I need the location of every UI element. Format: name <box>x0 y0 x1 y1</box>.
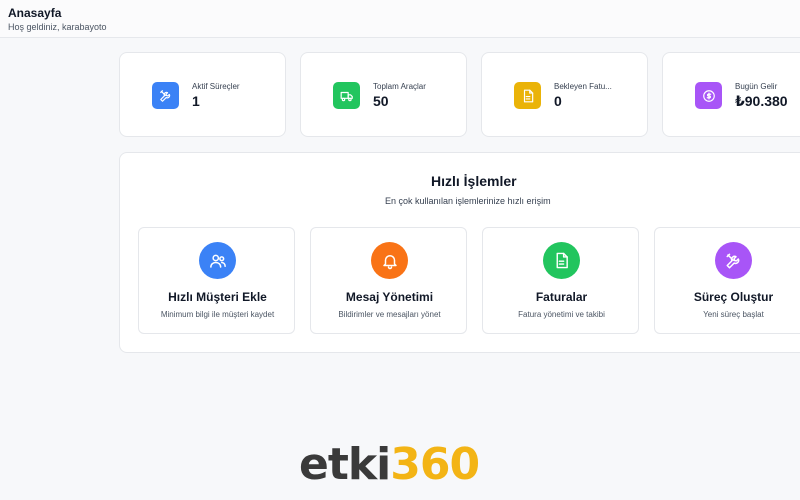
stat-value: 50 <box>373 93 389 109</box>
message-management-button[interactable]: Mesaj Yönetimi Bildirimler ve mesajları … <box>310 227 467 334</box>
create-process-button[interactable]: Süreç Oluştur Yeni süreç başlat <box>654 227 800 334</box>
stat-value: ₺90.380 <box>735 93 788 109</box>
action-description: Bildirimler ve mesajları yönet <box>338 310 441 319</box>
invoices-button[interactable]: Faturalar Fatura yönetimi ve takibi <box>482 227 639 334</box>
page-title: Anasayfa <box>8 6 62 20</box>
stat-card-today-income: Bugün Gelir ₺90.380 <box>662 52 800 137</box>
action-description: Yeni süreç başlat <box>703 310 764 319</box>
logo-text-part1: etki <box>299 439 391 490</box>
welcome-text: Hoş geldiniz, karabayoto <box>8 22 107 32</box>
document-icon <box>543 242 580 279</box>
stat-label: Aktif Süreçler <box>192 82 240 91</box>
tools-icon <box>715 242 752 279</box>
stat-card-total-vehicles: Toplam Araçlar 50 <box>300 52 467 137</box>
stat-value: 0 <box>554 93 562 109</box>
stat-label: Bekleyen Fatu... <box>554 82 612 91</box>
quick-actions-subtitle: En çok kullanılan işlemlerinize hızlı er… <box>385 196 551 206</box>
dollar-icon <box>695 82 722 109</box>
page-header: Anasayfa Hoş geldiniz, karabayoto <box>0 0 800 38</box>
logo-text-part2: 360 <box>390 439 480 490</box>
action-title: Süreç Oluştur <box>693 290 774 304</box>
users-icon <box>199 242 236 279</box>
action-description: Minimum bilgi ile müşteri kaydet <box>160 310 275 319</box>
stat-card-active-processes: Aktif Süreçler 1 <box>119 52 286 137</box>
brand-logo: etki360 <box>299 439 480 490</box>
quick-add-customer-button[interactable]: Hızlı Müşteri Ekle Minimum bilgi ile müş… <box>138 227 295 334</box>
truck-icon <box>333 82 360 109</box>
stat-label: Bugün Gelir <box>735 82 778 91</box>
action-title: Faturalar <box>535 290 588 304</box>
tools-icon <box>152 82 179 109</box>
bell-icon <box>371 242 408 279</box>
stat-card-pending-invoices: Bekleyen Fatu... 0 <box>481 52 648 137</box>
stat-label: Toplam Araçlar <box>373 82 426 91</box>
stat-value: 1 <box>192 93 200 109</box>
action-description: Fatura yönetimi ve takibi <box>518 310 605 319</box>
quick-actions-panel: Hızlı İşlemler En çok kullanılan işlemle… <box>119 152 800 353</box>
action-title: Mesaj Yönetimi <box>345 290 434 304</box>
action-title: Hızlı Müşteri Ekle <box>168 290 267 304</box>
document-icon <box>514 82 541 109</box>
quick-actions-title: Hızlı İşlemler <box>431 173 517 189</box>
